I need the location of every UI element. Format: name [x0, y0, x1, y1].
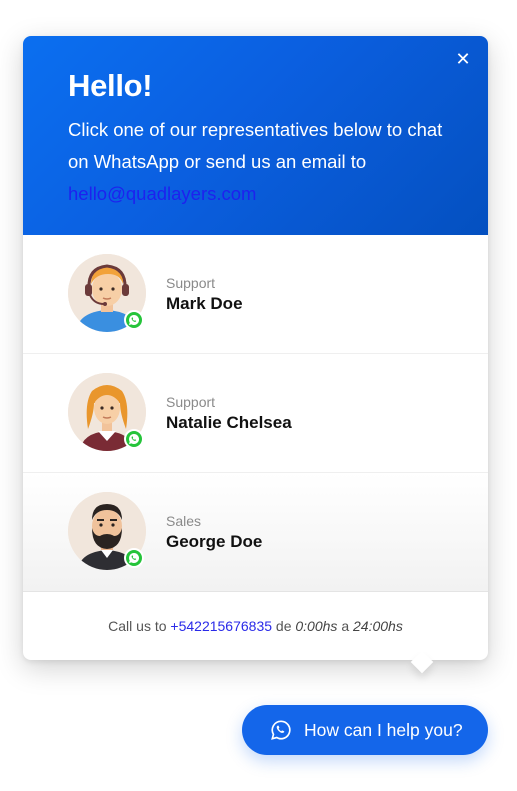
agent-role: Sales	[166, 513, 202, 529]
whatsapp-badge-icon	[124, 310, 144, 330]
panel-header: ✕ Hello! Click one of our representative…	[23, 36, 488, 235]
footer-de: de	[275, 618, 292, 634]
whatsapp-icon	[270, 719, 292, 746]
agent-role: Support	[166, 275, 216, 291]
close-icon[interactable]: ✕	[454, 50, 472, 68]
agent-name: George Doe	[166, 532, 263, 551]
agent-george-doe[interactable]: Sales George Doe	[23, 473, 488, 592]
intro-text: Click one of our representatives below t…	[68, 119, 443, 172]
hours-start: 0:00hs	[295, 618, 338, 634]
footer-a: a	[341, 618, 350, 634]
chat-panel: ✕ Hello! Click one of our representative…	[23, 36, 488, 660]
agent-role: Support	[166, 394, 216, 410]
call-us-footer: Call us to +542215676835 de 0:00hs a 24:…	[23, 592, 488, 660]
email-link[interactable]: hello@quadlayers.com	[68, 178, 443, 210]
hours-end: 24:00hs	[353, 618, 403, 634]
agent-natalie-chelsea[interactable]: Support Natalie Chelsea	[23, 354, 488, 473]
phone-link[interactable]: +542215676835	[170, 618, 272, 634]
greeting-title: Hello!	[68, 68, 153, 103]
help-button-label: How can I help you?	[304, 720, 463, 740]
whatsapp-badge-icon	[124, 429, 144, 449]
agent-name: Mark Doe	[166, 294, 243, 313]
help-button[interactable]: How can I help you?	[242, 705, 488, 755]
agent-mark-doe[interactable]: Support Mark Doe	[23, 235, 488, 354]
whatsapp-badge-icon	[124, 548, 144, 568]
footer-prefix: Call us to	[108, 618, 167, 634]
agent-name: Natalie Chelsea	[166, 413, 292, 432]
